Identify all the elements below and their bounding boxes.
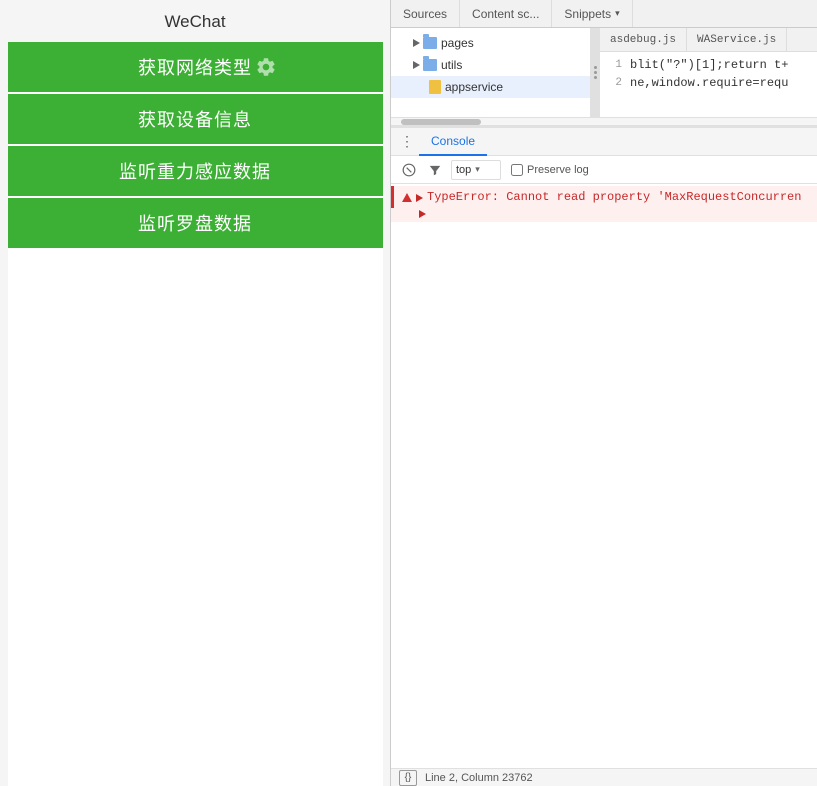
wechat-panel: WeChat 获取网络类型 获取设备信息 监听重力感应数据 监听罗盘数据 [0, 0, 390, 786]
tab-content-scripts[interactable]: Content sc... [460, 0, 552, 27]
sources-tabs-bar: Sources Content sc... Snippets ▾ [391, 0, 817, 28]
error-triangle-icon [402, 193, 412, 202]
console-continuation [391, 208, 817, 222]
get-network-type-button[interactable]: 获取网络类型 [8, 42, 383, 92]
file-tree-resizer[interactable] [591, 28, 599, 117]
file-tree: pages utils appservice [391, 28, 591, 117]
scrollbar-thumb[interactable] [401, 119, 481, 125]
error-expand-icon[interactable] [416, 194, 423, 202]
filter-button[interactable] [425, 160, 445, 180]
folder-triangle-utils [413, 61, 420, 69]
filter-icon [428, 163, 442, 177]
horizontal-scrollbar[interactable] [391, 118, 817, 126]
console-more-button[interactable]: ⋮ [395, 130, 419, 154]
folder-triangle-pages [413, 39, 420, 47]
console-toolbar: top ▾ Preserve log [391, 156, 817, 184]
file-tree-item-pages[interactable]: pages [391, 32, 590, 54]
preserve-log-label: Preserve log [527, 164, 589, 176]
console-error-message: TypeError: Cannot read property 'MaxRequ… [391, 186, 817, 208]
console-messages: TypeError: Cannot read property 'MaxRequ… [391, 184, 817, 768]
devtools-panel: Sources Content sc... Snippets ▾ pages [390, 0, 817, 786]
file-tree-item-utils[interactable]: utils [391, 54, 590, 76]
wechat-title: WeChat [0, 0, 390, 42]
listen-gravity-button[interactable]: 监听重力感应数据 [8, 146, 383, 196]
console-area: ⋮ Console top ▾ [391, 126, 817, 786]
pretty-print-button[interactable]: {} [399, 770, 417, 786]
file-tree-item-appservice[interactable]: appservice [391, 76, 590, 98]
code-line-1: 1 blit("?")[1];return t+ [600, 56, 817, 74]
console-tab[interactable]: Console [419, 128, 487, 156]
code-tab-asdebug[interactable]: asdebug.js [600, 28, 687, 51]
continuation-arrow-icon [419, 210, 426, 218]
preserve-log-area: Preserve log [511, 164, 589, 176]
tab-snippets[interactable]: Snippets ▾ [552, 0, 632, 27]
folder-icon-pages [423, 37, 437, 49]
gear-icon [255, 56, 277, 78]
console-tabs-bar: ⋮ Console [391, 128, 817, 156]
context-selector[interactable]: top ▾ [451, 160, 501, 180]
snippets-chevron-icon: ▾ [615, 8, 620, 19]
code-tab-waservice[interactable]: WAService.js [687, 28, 787, 51]
tab-sources[interactable]: Sources [391, 0, 460, 27]
file-icon-appservice [429, 80, 441, 94]
code-line-2: 2 ne,window.require=requ [600, 74, 817, 92]
code-panel: asdebug.js WAService.js 1 blit("?")[1];r… [599, 28, 817, 117]
code-lines: 1 blit("?")[1];return t+ 2 ne,window.req… [600, 52, 817, 96]
get-device-info-button[interactable]: 获取设备信息 [8, 94, 383, 144]
listen-compass-button[interactable]: 监听罗盘数据 [8, 198, 383, 248]
wechat-content: 获取网络类型 获取设备信息 监听重力感应数据 监听罗盘数据 [8, 42, 383, 248]
error-text: TypeError: Cannot read property 'MaxRequ… [427, 190, 809, 204]
folder-icon-utils [423, 59, 437, 71]
preserve-log-checkbox[interactable] [511, 164, 523, 176]
status-bar: {} Line 2, Column 23762 [391, 768, 817, 786]
context-chevron-icon: ▾ [475, 164, 480, 175]
code-file-tabs: asdebug.js WAService.js [600, 28, 817, 52]
clear-icon [402, 163, 416, 177]
line-column-info: Line 2, Column 23762 [425, 772, 533, 784]
wechat-body [8, 248, 383, 786]
clear-console-button[interactable] [399, 160, 419, 180]
file-tree-area: pages utils appservice [391, 28, 817, 118]
